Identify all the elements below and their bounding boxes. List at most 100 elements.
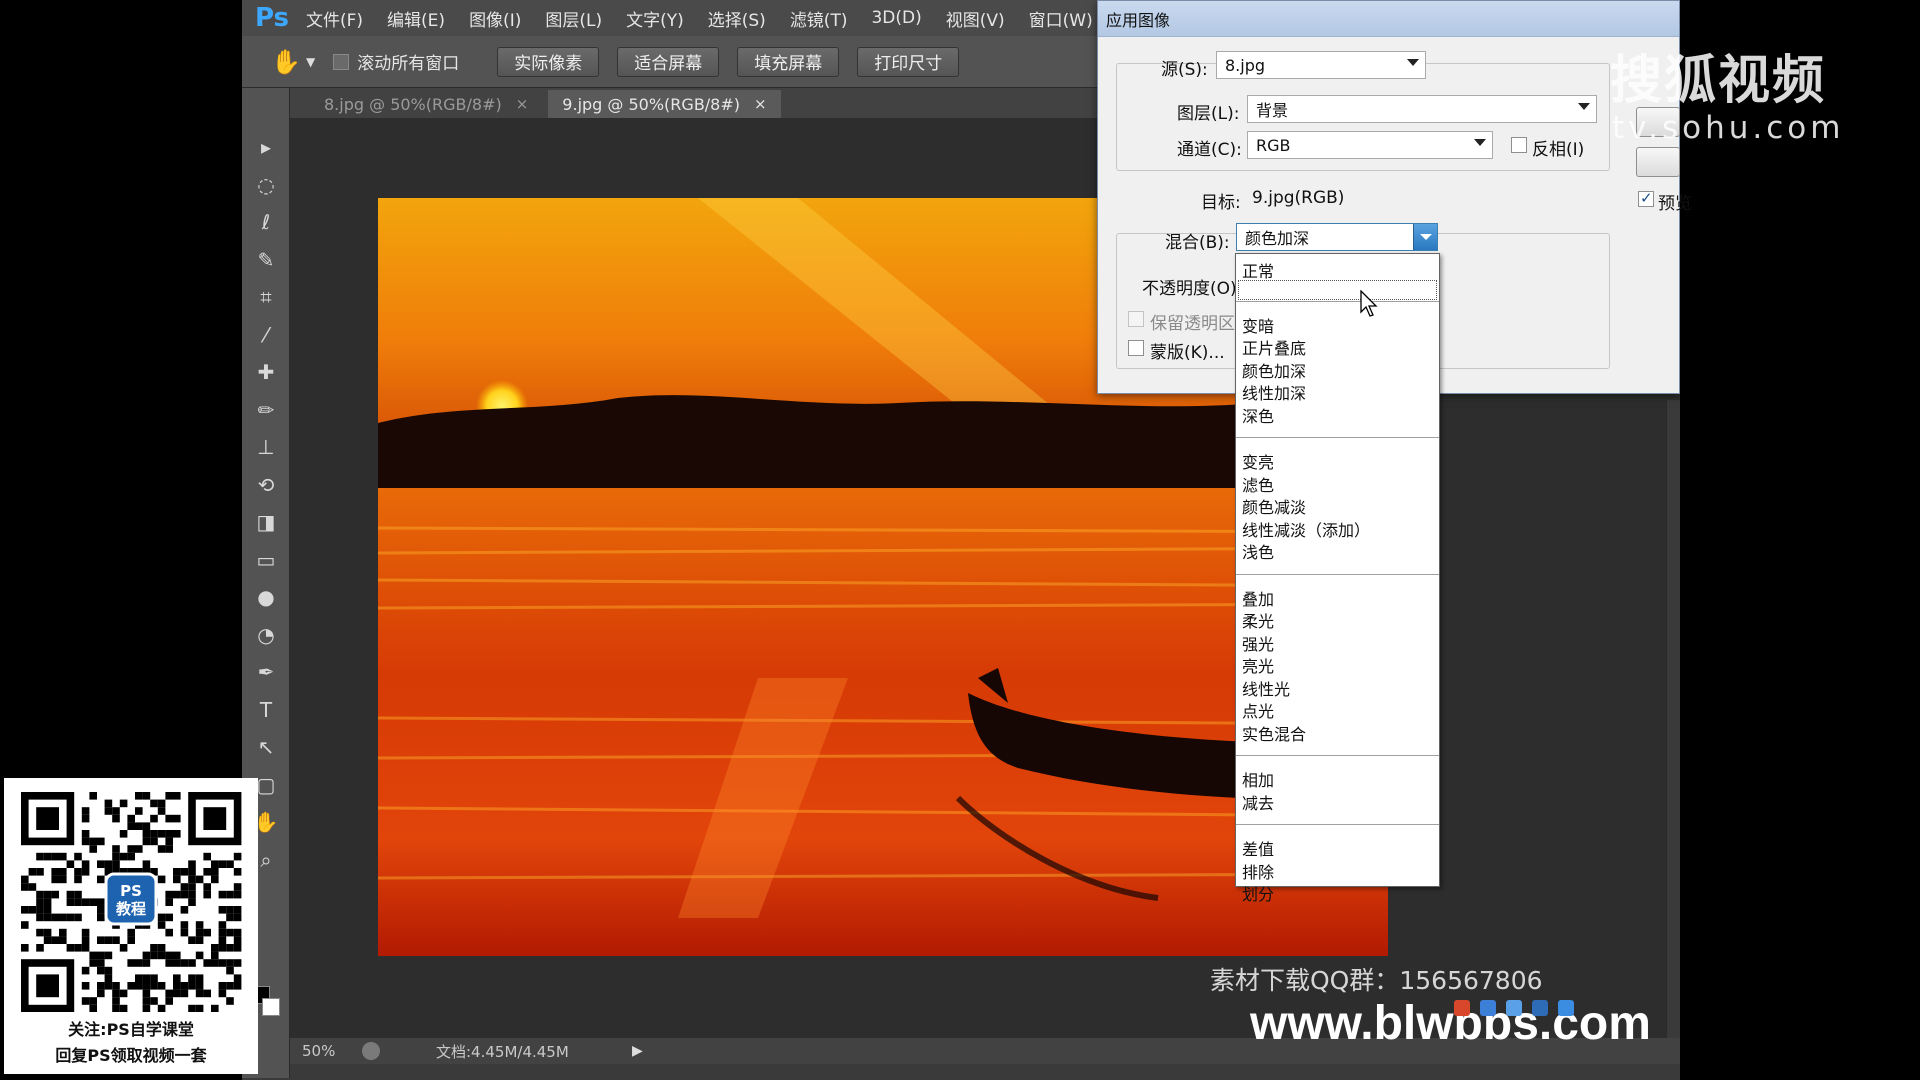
blend-mode-option[interactable]: 点光 bbox=[1242, 698, 1274, 722]
menu-file[interactable]: 文件(F) bbox=[306, 6, 363, 31]
punctuation-icon[interactable] bbox=[1480, 1000, 1496, 1016]
quick-select-icon[interactable]: ✎ bbox=[250, 245, 282, 275]
blend-mode-option[interactable]: 变亮 bbox=[1242, 449, 1274, 473]
tab-8-jpg[interactable]: 8.jpg @ 50%(RGB/8#) × bbox=[310, 90, 542, 118]
blend-mode-option[interactable]: 亮光 bbox=[1242, 653, 1274, 677]
blend-mode-option[interactable]: 滤色 bbox=[1242, 472, 1274, 496]
invert-checkbox[interactable] bbox=[1511, 137, 1527, 153]
blend-mode-option[interactable]: 线性减淡（添加） bbox=[1242, 517, 1370, 541]
print-size-button[interactable]: 打印尺寸 bbox=[857, 46, 960, 77]
brush-icon[interactable]: ✏ bbox=[250, 395, 282, 425]
history-brush-icon[interactable]: ⟲ bbox=[250, 470, 282, 500]
mask-label: 蒙版(K)... bbox=[1150, 343, 1225, 363]
move-icon[interactable]: ▸ bbox=[250, 132, 282, 162]
blend-mode-option[interactable]: 减去 bbox=[1242, 790, 1274, 814]
fill-screen-button[interactable]: 填充屏幕 bbox=[737, 46, 840, 77]
zoom-level[interactable]: 50% bbox=[302, 1042, 362, 1060]
chevron-down-icon bbox=[1578, 103, 1590, 110]
layer-select[interactable]: 背景 bbox=[1247, 95, 1597, 123]
menu-3d[interactable]: 3D(D) bbox=[871, 8, 921, 28]
actual-pixels-button[interactable]: 实际像素 bbox=[497, 46, 600, 77]
blur-icon[interactable]: ● bbox=[250, 582, 282, 612]
type-icon[interactable]: T bbox=[250, 695, 282, 725]
blend-mode-dropdown: 正常变暗 正片叠底 颜色加深 线性加深 深色变亮 滤色 颜色减淡 线性减淡（添加） 浅色叠加 柔光… bbox=[1235, 253, 1440, 904]
blend-mode-option[interactable]: 柔光 bbox=[1242, 608, 1274, 632]
layer-label: 图层(L): bbox=[1177, 104, 1240, 124]
blend-mode-option[interactable]: 线性光 bbox=[1242, 676, 1290, 700]
qr-badge-text: PS bbox=[120, 882, 142, 900]
chevron-down-icon[interactable] bbox=[1413, 224, 1437, 250]
tab-9-jpg[interactable]: 9.jpg @ 50%(RGB/8#) × bbox=[548, 90, 781, 118]
menu-separator bbox=[1236, 437, 1439, 438]
sohu-video-logo: 搜狐视频 bbox=[1610, 51, 1827, 111]
scroll-all-windows-checkbox[interactable] bbox=[333, 53, 350, 70]
fit-screen-button[interactable]: 适合屏幕 bbox=[617, 46, 720, 77]
blend-mode-option[interactable]: 颜色减淡 bbox=[1242, 494, 1306, 518]
vertical-scrollbar[interactable] bbox=[1666, 400, 1680, 1040]
marquee-icon[interactable]: ◌ bbox=[250, 170, 282, 200]
blend-mode-option[interactable]: 叠加 bbox=[1242, 586, 1274, 610]
blend-mode-option[interactable]: 实色混合 bbox=[1242, 721, 1306, 745]
lasso-icon[interactable]: ℓ bbox=[250, 207, 282, 237]
channel-value: RGB bbox=[1256, 135, 1291, 155]
blend-mode-option[interactable]: 差值 bbox=[1242, 836, 1274, 860]
settings-icon[interactable] bbox=[1558, 1000, 1574, 1016]
blend-select[interactable]: 颜色加深 bbox=[1236, 223, 1438, 251]
close-icon[interactable]: × bbox=[754, 95, 767, 113]
preview-checkbox[interactable] bbox=[1638, 189, 1654, 207]
keyboard-icon[interactable] bbox=[1506, 1000, 1522, 1016]
stamp-icon[interactable]: ⊥ bbox=[250, 432, 282, 462]
blend-mode-option[interactable]: 变暗 bbox=[1242, 313, 1274, 337]
qr-caption-reply: 回复PS领取视频一套 bbox=[55, 1046, 207, 1065]
hand-tool-preset-icon[interactable]: ✋ bbox=[266, 42, 306, 82]
user-icon[interactable] bbox=[1532, 1000, 1548, 1016]
menu-image[interactable]: 图像(I) bbox=[469, 6, 521, 31]
menu-select[interactable]: 选择(S) bbox=[708, 6, 766, 31]
close-icon[interactable]: × bbox=[516, 95, 529, 113]
tab-label: 9.jpg @ 50%(RGB/8#) bbox=[562, 94, 741, 114]
pen-icon[interactable]: ✒ bbox=[250, 657, 282, 687]
blend-mode-option[interactable]: 相加 bbox=[1242, 767, 1274, 791]
blend-mode-option[interactable]: 排除 bbox=[1242, 859, 1274, 883]
source-select[interactable]: 8.jpg bbox=[1216, 51, 1426, 79]
menu-separator bbox=[1236, 300, 1439, 302]
menu-type[interactable]: 文字(Y) bbox=[626, 6, 684, 31]
preserve-transparency-checkbox[interactable] bbox=[1128, 311, 1144, 327]
status-info-icon[interactable] bbox=[362, 1042, 380, 1060]
dialog-title: 应用图像 bbox=[1098, 1, 1679, 37]
ime-icon[interactable] bbox=[1454, 1000, 1470, 1016]
menu-layer[interactable]: 图层(L) bbox=[545, 6, 602, 31]
invert-label: 反相(I) bbox=[1532, 140, 1585, 160]
chevron-down-icon bbox=[1474, 139, 1486, 146]
eraser-icon[interactable]: ◨ bbox=[250, 507, 282, 537]
blend-mode-option[interactable]: 正片叠底 bbox=[1242, 335, 1306, 359]
triangle-right-icon[interactable]: ▶ bbox=[632, 1043, 643, 1059]
qr-badge-text: 教程 bbox=[115, 900, 146, 918]
menu-edit[interactable]: 编辑(E) bbox=[387, 6, 445, 31]
layer-value: 背景 bbox=[1256, 101, 1289, 120]
menu-filter[interactable]: 滤镜(T) bbox=[790, 6, 848, 31]
cancel-button[interactable] bbox=[1636, 147, 1680, 177]
blend-mode-option[interactable]: 正常 bbox=[1242, 258, 1274, 282]
eyedropper-icon[interactable]: ⁄ bbox=[250, 320, 282, 350]
menu-window[interactable]: 窗口(W) bbox=[1029, 6, 1093, 31]
crop-icon[interactable]: ⌗ bbox=[250, 282, 282, 312]
chevron-down-icon bbox=[1407, 59, 1419, 66]
channel-select[interactable]: RGB bbox=[1247, 131, 1493, 159]
dodge-icon[interactable]: ◔ bbox=[250, 620, 282, 650]
blend-mode-option[interactable]: 浅色 bbox=[1242, 539, 1274, 563]
blend-value: 颜色加深 bbox=[1245, 229, 1310, 248]
blend-mode-option[interactable]: 线性加深 bbox=[1242, 380, 1306, 404]
blend-mode-option[interactable]: 划分 bbox=[1242, 881, 1274, 905]
background-color-swatch[interactable] bbox=[262, 998, 280, 1016]
blend-mode-option[interactable]: 颜色加深 bbox=[1242, 358, 1306, 382]
sohu-url-watermark: tv.sohu.com bbox=[1612, 110, 1845, 146]
blend-mode-option[interactable]: 深色 bbox=[1242, 403, 1274, 427]
menu-view[interactable]: 视图(V) bbox=[946, 6, 1005, 31]
path-select-icon[interactable]: ↖ bbox=[250, 732, 282, 762]
chevron-down-icon[interactable]: ▼ bbox=[306, 55, 315, 69]
mask-checkbox[interactable] bbox=[1128, 340, 1144, 356]
blend-mode-option[interactable]: 强光 bbox=[1242, 631, 1274, 655]
gradient-icon[interactable]: ▭ bbox=[250, 545, 282, 575]
healing-icon[interactable]: ✚ bbox=[250, 357, 282, 387]
